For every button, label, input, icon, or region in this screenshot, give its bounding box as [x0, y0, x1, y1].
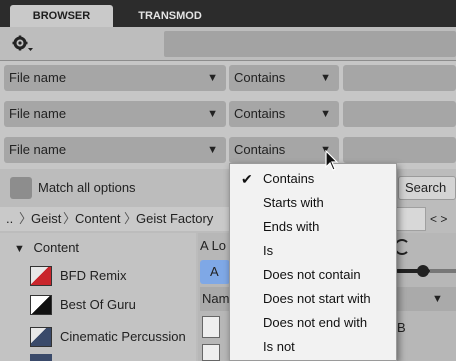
menu-item-does-not-end-with[interactable]: Does not end with: [230, 311, 396, 335]
menu-item-does-not-start-with[interactable]: Does not start with: [230, 287, 396, 311]
filter-toggle-button[interactable]: A: [200, 260, 230, 284]
tree-item-cinematic-percussion[interactable]: Cinematic Percussion: [30, 324, 186, 350]
zoom-slider-handle[interactable]: [417, 265, 429, 277]
breadcrumb-item-content[interactable]: Content: [75, 207, 121, 231]
filter-value-input-1[interactable]: [343, 65, 456, 91]
chevron-down-icon: ▼: [320, 108, 331, 120]
filter-value-input-2[interactable]: [343, 101, 456, 127]
triangle-down-icon: ▼: [14, 243, 25, 255]
filter-value-input-3[interactable]: [343, 137, 456, 163]
breadcrumb-path-field[interactable]: [396, 207, 426, 231]
field-select-1[interactable]: File name ▼: [4, 65, 226, 91]
operator-select-1[interactable]: Contains ▼: [229, 65, 339, 91]
tab-transmod[interactable]: TRANSMOD: [120, 5, 220, 27]
field-select-label: File name: [9, 142, 67, 157]
search-input[interactable]: [164, 31, 456, 57]
tree-item-bfd-remix[interactable]: BFD Remix: [30, 263, 126, 289]
mouse-cursor-icon: [325, 149, 339, 172]
tree-root-label: Content: [33, 240, 80, 255]
menu-item-is[interactable]: Is: [230, 239, 396, 263]
breadcrumb-item-geist-factory[interactable]: Geist Factory: [136, 207, 213, 231]
loop-filter-label: A Lo: [200, 238, 227, 253]
menu-item-label: Contains: [263, 171, 315, 186]
audio-file-icon: [202, 344, 220, 361]
menu-item-does-not-contain[interactable]: Does not contain: [230, 263, 396, 287]
chevron-down-icon: ▼: [207, 72, 218, 84]
best-of-guru-thumbnail-icon: [30, 295, 52, 315]
tree-root[interactable]: ▼ Content: [14, 235, 79, 261]
field-select-label: File name: [9, 70, 67, 85]
operator-dropdown-menu: ✔ Contains Starts with Ends with Is Does…: [229, 163, 397, 361]
chevron-down-icon: ▼: [207, 144, 218, 156]
list-item-label: Cinematic Percussion: [60, 329, 186, 344]
operator-select-3[interactable]: Contains ▼: [229, 137, 339, 163]
operator-select-label: Contains: [234, 70, 286, 85]
chevron-down-icon[interactable]: ▼: [432, 287, 443, 311]
cinematic-percussion-thumbnail-icon: [30, 327, 52, 347]
bfd-remix-thumbnail-icon: [30, 266, 52, 286]
field-select-label: File name: [9, 106, 67, 121]
column-b-label: B: [397, 320, 406, 335]
chevron-down-icon: ▼: [207, 108, 218, 120]
name-column-header[interactable]: Nam: [202, 287, 229, 311]
checkmark-icon: ✔: [241, 171, 253, 187]
list-item-label: Best Of Guru: [60, 297, 136, 312]
match-all-checkbox[interactable]: [10, 177, 32, 199]
search-button[interactable]: Search: [398, 176, 456, 200]
zoom-slider-track-remaining: [430, 269, 456, 273]
menu-item-starts-with[interactable]: Starts with: [230, 191, 396, 215]
audio-file-icon: [202, 316, 220, 338]
field-select-3[interactable]: File name ▼: [4, 137, 226, 163]
chevron-down-icon: ▼: [320, 72, 331, 84]
breadcrumb-nav-arrows[interactable]: < >: [430, 207, 447, 231]
list-item-label: BFD Remix: [60, 268, 127, 283]
breadcrumb-item-geist[interactable]: Geist: [31, 207, 61, 231]
breadcrumb-back[interactable]: ..: [6, 207, 13, 231]
menu-item-ends-with[interactable]: Ends with: [230, 215, 396, 239]
tree-item-thumbnail-icon: [30, 354, 52, 361]
tab-browser[interactable]: BROWSER: [10, 5, 113, 27]
operator-select-label: Contains: [234, 142, 286, 157]
operator-select-2[interactable]: Contains ▼: [229, 101, 339, 127]
menu-item-contains[interactable]: ✔ Contains: [230, 167, 396, 191]
gear-icon[interactable]: [10, 33, 36, 55]
operator-select-label: Contains: [234, 106, 286, 121]
tree-item-best-of-guru[interactable]: Best Of Guru: [30, 292, 136, 318]
match-all-label: Match all options: [38, 180, 136, 195]
menu-item-is-not[interactable]: Is not: [230, 335, 396, 359]
field-select-2[interactable]: File name ▼: [4, 101, 226, 127]
